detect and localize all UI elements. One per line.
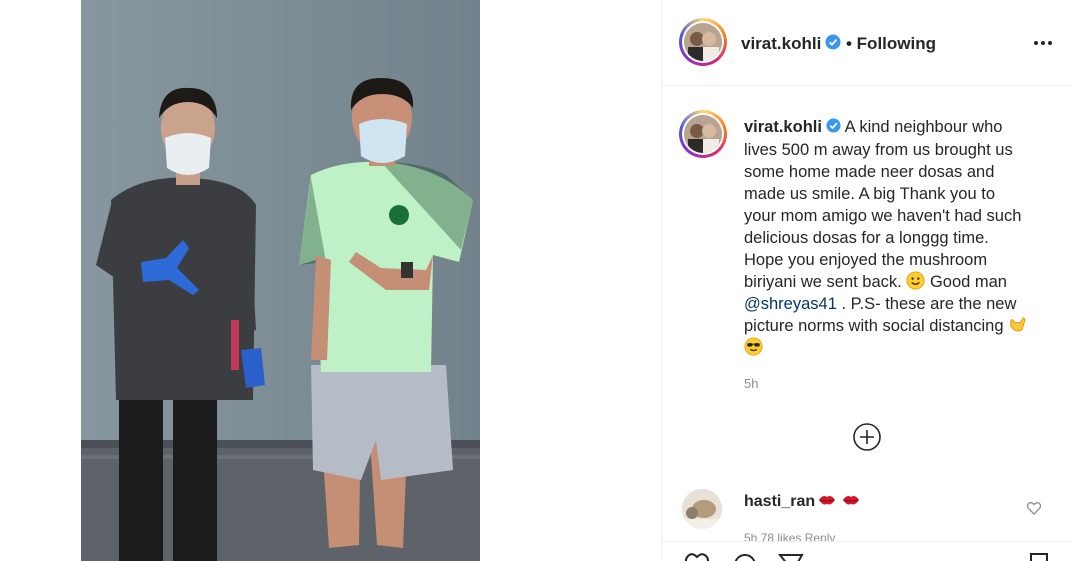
comment-username[interactable]: hasti_ran: [744, 493, 815, 511]
plus-circle-icon[interactable]: [852, 422, 882, 452]
caption-line: biriyani we sent back.: [744, 272, 902, 291]
post-caption: virat.kohli A kind neighbour who lives 5…: [744, 116, 1044, 359]
caption-line: lives 500 m away from us brought us: [744, 140, 1013, 159]
author-username-row: virat.kohli: [741, 34, 841, 55]
post-photo[interactable]: [81, 0, 480, 561]
post-header: virat.kohli • Following: [662, 0, 1071, 86]
post-side-panel: virat.kohli • Following virat.kohli A ki…: [661, 0, 1071, 561]
caption-line: made us smile. A big Thank you to: [744, 184, 996, 203]
avatar-photo: [684, 115, 722, 153]
commenter-avatar[interactable]: [682, 489, 722, 529]
share-icon[interactable]: [777, 552, 804, 561]
verified-badge-icon: [826, 117, 841, 139]
caption-author-username[interactable]: virat.kohli: [744, 118, 822, 136]
caption-line: A kind neighbour who: [844, 118, 1003, 136]
commenter-avatar-photo: [682, 489, 722, 529]
comment-meta: 5h 78 likes Reply: [744, 531, 836, 541]
caption-text: . P.S- these are the new: [841, 294, 1017, 313]
verified-badge-icon: [825, 34, 841, 55]
comment-icon[interactable]: [732, 552, 758, 561]
kiss-mark-icon: [841, 490, 861, 510]
caption-author-avatar[interactable]: [679, 110, 727, 158]
caption-text: Good man: [929, 272, 1007, 291]
author-avatar[interactable]: [679, 18, 727, 66]
following-status[interactable]: • Following: [846, 34, 936, 54]
heart-icon[interactable]: [684, 552, 710, 561]
comments-scroll-area[interactable]: virat.kohli A kind neighbour who lives 5…: [662, 87, 1071, 541]
mention-link[interactable]: @shreyas41: [744, 295, 837, 313]
sunglasses-emoji-icon: [744, 337, 763, 356]
kiss-mark-icon: [817, 490, 837, 510]
author-username[interactable]: virat.kohli: [741, 34, 821, 53]
post-timestamp: 5h: [744, 376, 759, 391]
caption-line: your mom amigo we haven't had such: [744, 206, 1022, 225]
smiley-emoji-icon: [906, 271, 925, 290]
comment-like-heart-icon[interactable]: [1026, 500, 1042, 516]
post-photo-illustration: [81, 0, 480, 561]
more-options-icon[interactable]: [1031, 33, 1055, 53]
comment-body: [817, 490, 861, 512]
media-pane: [0, 0, 661, 561]
caption-line: delicious dosas for a longgg time.: [744, 228, 989, 247]
post-action-bar: [662, 541, 1071, 561]
call-me-hand-emoji-icon: [1008, 315, 1027, 334]
caption-line: some home made neer dosas and: [744, 162, 995, 181]
caption-line: Hope you enjoyed the mushroom: [744, 250, 988, 269]
bookmark-icon[interactable]: [1026, 552, 1052, 561]
avatar-photo: [684, 23, 722, 61]
caption-line: picture norms with social distancing: [744, 316, 1004, 335]
